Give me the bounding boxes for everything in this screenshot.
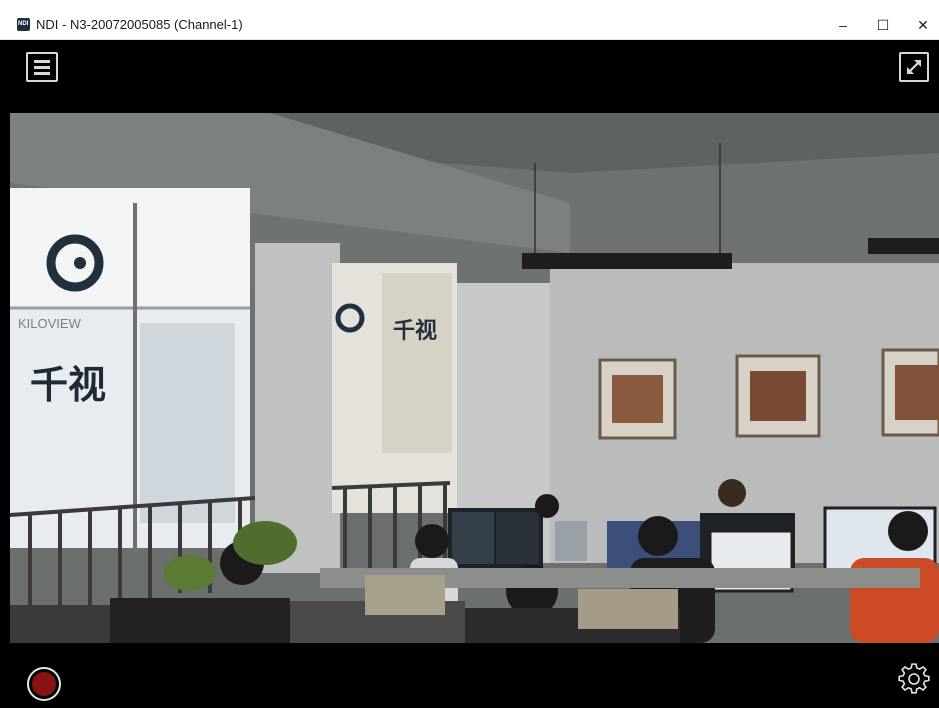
ndi-viewer-window: NDI NDI - N3-20072005085 (Channel-1) – ☐… [0,0,939,708]
window-sign-brand: KILOVIEW [18,316,82,331]
window-city-view [140,323,235,523]
person-head [535,494,559,518]
title-bar[interactable]: NDI NDI - N3-20072005085 (Channel-1) – ☐… [0,0,939,40]
minimize-icon: – [839,17,847,33]
bottom-toolbar [0,643,939,708]
close-button[interactable]: ✕ [900,11,939,39]
ceiling-light [868,238,939,254]
plant [233,521,297,565]
chair [365,575,445,615]
window-title: NDI - N3-20072005085 (Channel-1) [36,17,243,32]
person-head [718,479,746,507]
record-icon [32,672,56,696]
gear-icon [898,663,930,694]
hamburger-menu-icon-line [34,66,50,69]
expand-icon [907,60,921,74]
settings-button[interactable] [898,663,930,695]
left-window-blind-upper [10,188,250,308]
ndi-app-icon: NDI [17,18,30,31]
chair [578,589,678,629]
video-viewer: 千视 KILOVIEW 千视 [0,40,939,708]
person-head [888,511,928,551]
plant [164,555,216,591]
office-scene-image: 千视 KILOVIEW 千视 [10,113,939,643]
window-sign-text: 千视 [30,363,106,407]
app-icon-text: NDI [18,21,29,27]
hamburger-menu-icon-line [34,60,50,63]
fullscreen-button[interactable] [899,52,929,82]
top-toolbar [0,40,939,113]
close-icon: ✕ [917,16,929,33]
ceiling-light [522,253,732,269]
menu-button[interactable] [26,52,58,82]
person-head [638,516,678,556]
record-button[interactable] [27,667,61,701]
video-frame: 千视 KILOVIEW 千视 [10,113,939,643]
hamburger-menu-icon-line [34,72,50,75]
maximize-icon: ☐ [876,16,890,33]
window-sign-text-middle: 千视 [393,318,437,344]
person-head [415,524,449,558]
partition [10,605,110,643]
partition [110,598,290,643]
